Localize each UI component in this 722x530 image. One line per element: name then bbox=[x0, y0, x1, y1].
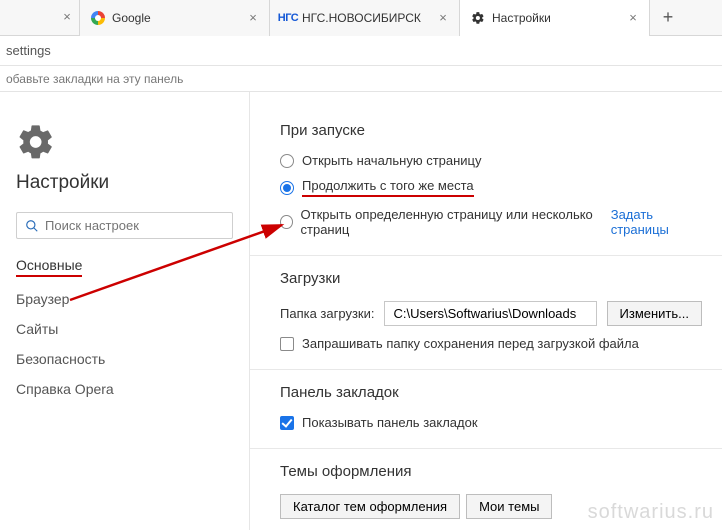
section-title-downloads: Загрузки bbox=[280, 270, 702, 287]
radio-label: Открыть определенную страницу или нескол… bbox=[301, 207, 603, 237]
sidebar-item-help[interactable]: Справка Opera bbox=[16, 381, 233, 397]
settings-content: При запуске Открыть начальную страницу П… bbox=[250, 92, 722, 530]
google-icon bbox=[90, 10, 106, 26]
search-icon bbox=[25, 219, 39, 233]
section-title-themes: Темы оформления bbox=[280, 463, 702, 480]
sidebar-item-browser[interactable]: Браузер bbox=[16, 291, 233, 307]
gear-icon bbox=[16, 122, 56, 162]
checkbox-label: Запрашивать папку сохранения перед загру… bbox=[302, 336, 639, 351]
sidebar-item-basics[interactable]: Основные bbox=[16, 257, 233, 277]
close-icon[interactable]: × bbox=[247, 12, 259, 24]
startup-option-home[interactable]: Открыть начальную страницу bbox=[280, 153, 702, 168]
sidebar-item-label: Безопасность bbox=[16, 351, 105, 367]
download-folder-row: Папка загрузки: Изменить... bbox=[280, 301, 702, 326]
checkbox-icon[interactable] bbox=[280, 416, 294, 430]
radio-icon[interactable] bbox=[280, 215, 293, 229]
close-icon[interactable]: × bbox=[61, 11, 73, 23]
tab-label: Google bbox=[112, 11, 241, 25]
radio-label: Продолжить с того же места bbox=[302, 178, 474, 197]
gear-icon bbox=[470, 10, 486, 26]
radio-icon[interactable] bbox=[280, 154, 294, 168]
ask-folder-row[interactable]: Запрашивать папку сохранения перед загру… bbox=[280, 336, 702, 351]
search-input-wrapper[interactable] bbox=[16, 212, 233, 239]
my-themes-button[interactable]: Мои темы bbox=[466, 494, 552, 519]
divider bbox=[250, 369, 722, 370]
tab-label: НГС.НОВОСИБИРСК bbox=[302, 11, 431, 25]
tab-settings[interactable]: Настройки × bbox=[460, 0, 650, 36]
tab-blank[interactable]: × bbox=[0, 0, 80, 36]
set-pages-link[interactable]: Задать страницы bbox=[611, 207, 702, 237]
bookmarks-bar[interactable]: обавьте закладки на эту панель bbox=[0, 66, 722, 92]
themes-buttons: Каталог тем оформления Мои темы bbox=[280, 494, 702, 519]
sidebar-title: Настройки bbox=[16, 172, 233, 194]
sidebar-item-sites[interactable]: Сайты bbox=[16, 321, 233, 337]
sidebar-item-label: Справка Opera bbox=[16, 381, 114, 397]
startup-option-continue[interactable]: Продолжить с того же места bbox=[280, 178, 702, 197]
divider bbox=[250, 448, 722, 449]
radio-label: Открыть начальную страницу bbox=[302, 153, 482, 168]
sidebar-item-label: Сайты bbox=[16, 321, 58, 337]
search-input[interactable] bbox=[45, 218, 224, 233]
radio-icon[interactable] bbox=[280, 181, 294, 195]
sidebar-item-label: Браузер bbox=[16, 291, 69, 307]
sidebar-item-label: Основные bbox=[16, 257, 82, 277]
main-area: Настройки Основные Браузер Сайты Безопас… bbox=[0, 92, 722, 530]
bookmarks-hint: обавьте закладки на эту панель bbox=[6, 72, 183, 86]
ngs-icon: НГС bbox=[280, 10, 296, 26]
address-text: settings bbox=[6, 43, 51, 58]
theme-catalog-button[interactable]: Каталог тем оформления bbox=[280, 494, 460, 519]
change-folder-button[interactable]: Изменить... bbox=[607, 301, 702, 326]
close-icon[interactable]: × bbox=[437, 12, 449, 24]
tab-google[interactable]: Google × bbox=[80, 0, 270, 36]
tab-strip: × Google × НГС НГС.НОВОСИБИРСК × Настрой… bbox=[0, 0, 722, 36]
tab-label: Настройки bbox=[492, 11, 621, 25]
sidebar-item-security[interactable]: Безопасность bbox=[16, 351, 233, 367]
tab-ngs[interactable]: НГС НГС.НОВОСИБИРСК × bbox=[270, 0, 460, 36]
show-bookmarks-row[interactable]: Показывать панель закладок bbox=[280, 415, 702, 430]
download-path-input[interactable] bbox=[384, 301, 596, 326]
section-title-startup: При запуске bbox=[280, 122, 702, 139]
download-folder-label: Папка загрузки: bbox=[280, 306, 374, 321]
close-icon[interactable]: × bbox=[627, 12, 639, 24]
section-title-bookmarks: Панель закладок bbox=[280, 384, 702, 401]
new-tab-button[interactable]: + bbox=[650, 0, 686, 36]
startup-option-specific[interactable]: Открыть определенную страницу или нескол… bbox=[280, 207, 702, 237]
checkbox-icon[interactable] bbox=[280, 337, 294, 351]
sidebar-nav: Основные Браузер Сайты Безопасность Спра… bbox=[16, 257, 233, 397]
checkbox-label: Показывать панель закладок bbox=[302, 415, 478, 430]
divider bbox=[250, 255, 722, 256]
settings-sidebar: Настройки Основные Браузер Сайты Безопас… bbox=[0, 92, 250, 530]
address-bar[interactable]: settings bbox=[0, 36, 722, 66]
